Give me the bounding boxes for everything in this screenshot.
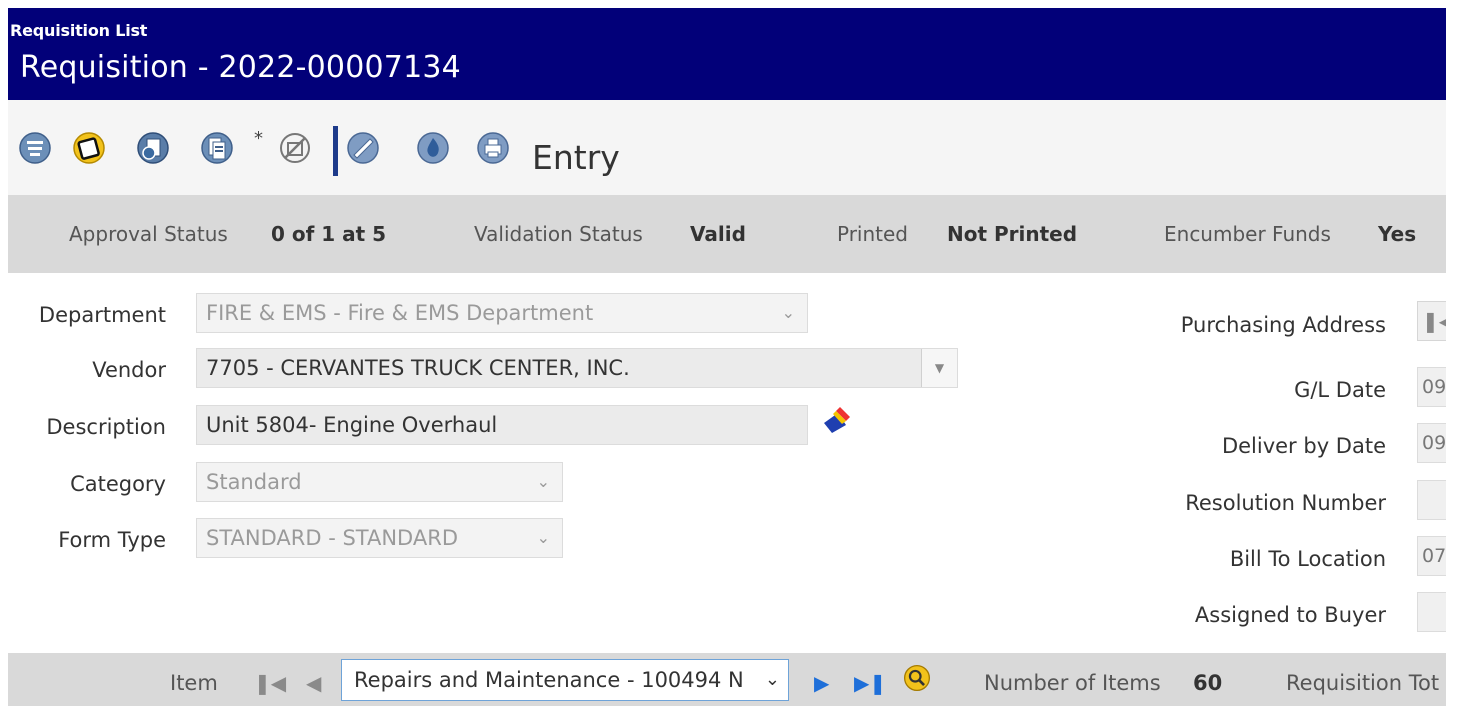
- vendor-value: 7705 - CERVANTES TRUCK CENTER, INC.: [206, 356, 630, 380]
- items-bar: Item ❚◀ ◀ Repairs and Maintenance - 1004…: [8, 653, 1446, 706]
- copy-document-icon[interactable]: [200, 131, 234, 165]
- folder-search-icon: [903, 664, 931, 692]
- globe-document-icon[interactable]: [136, 131, 170, 165]
- description-label: Description: [46, 415, 166, 439]
- print-icon[interactable]: [476, 131, 510, 165]
- next-icon: ▶: [814, 671, 830, 695]
- validation-status-label: Validation Status: [474, 222, 643, 246]
- number-of-items-label: Number of Items: [984, 671, 1161, 695]
- item-label: Item: [170, 671, 218, 695]
- bill-to-location-label: Bill To Location: [1229, 547, 1386, 571]
- purchasing-address-first-button[interactable]: ❚◀: [1417, 301, 1446, 341]
- requisition-total-label: Requisition Tot: [1286, 671, 1440, 695]
- assigned-buyer-input[interactable]: [1417, 592, 1446, 632]
- gl-date-label: G/L Date: [1294, 378, 1386, 402]
- flame-icon[interactable]: [416, 131, 450, 165]
- previous-item-button[interactable]: ◀: [306, 671, 321, 695]
- form-type-label: Form Type: [58, 528, 166, 552]
- cancel-icon[interactable]: [278, 131, 312, 165]
- mode-label: Entry: [532, 138, 620, 177]
- deliver-by-date-label: Deliver by Date: [1221, 434, 1386, 458]
- gl-date-input[interactable]: 09: [1417, 367, 1446, 407]
- category-select: Standard ⌄: [196, 462, 563, 502]
- printed-value: Not Printed: [947, 222, 1078, 246]
- vendor-dropdown-button[interactable]: ▼: [921, 349, 957, 387]
- resolution-number-input[interactable]: [1417, 480, 1446, 520]
- number-of-items-value: 60: [1193, 671, 1223, 695]
- modified-indicator: *: [254, 128, 263, 149]
- toolbar-separator: [333, 126, 338, 176]
- department-value: FIRE & EMS - Fire & EMS Department: [206, 301, 594, 325]
- first-page-icon: ❚◀: [254, 671, 287, 695]
- page-header: Requisition List Requisition - 2022-0000…: [8, 8, 1446, 100]
- department-label: Department: [38, 303, 166, 327]
- form-type-value: STANDARD - STANDARD: [206, 526, 458, 550]
- requisition-window: Requisition List Requisition - 2022-0000…: [8, 8, 1446, 706]
- vendor-label: Vendor: [92, 358, 166, 382]
- encumber-funds-label: Encumber Funds: [1164, 222, 1331, 246]
- notepad-icon[interactable]: [72, 131, 106, 165]
- category-label: Category: [70, 472, 166, 496]
- printed-label: Printed: [837, 222, 909, 246]
- status-bar: Approval Status 0 of 1 at 5 Validation S…: [8, 195, 1446, 273]
- requisition-form: Department FIRE & EMS - Fire & EMS Depar…: [8, 273, 1446, 653]
- chevron-down-icon: ⌄: [536, 472, 550, 491]
- deliver-by-date-input[interactable]: 09: [1417, 423, 1446, 463]
- approval-status-value: 0 of 1 at 5: [271, 222, 387, 246]
- resolution-number-label: Resolution Number: [1185, 491, 1386, 515]
- list-icon[interactable]: [18, 131, 52, 165]
- category-value: Standard: [206, 470, 302, 494]
- page-title: Requisition - 2022-00007134: [20, 50, 461, 85]
- previous-icon: ◀: [306, 671, 322, 695]
- chevron-down-icon: ⌄: [781, 303, 795, 322]
- department-select: FIRE & EMS - Fire & EMS Department ⌄: [196, 293, 808, 333]
- first-item-button[interactable]: ❚◀: [254, 671, 286, 695]
- last-item-button[interactable]: ▶❚: [854, 671, 886, 695]
- bill-to-location-input[interactable]: 07: [1417, 536, 1446, 576]
- item-detail-button[interactable]: [902, 663, 932, 698]
- item-select[interactable]: Repairs and Maintenance - 100494 N ⌄: [341, 659, 789, 701]
- chevron-down-icon: ⌄: [536, 528, 550, 547]
- vendor-combobox[interactable]: 7705 - CERVANTES TRUCK CENTER, INC. ▼: [196, 348, 958, 388]
- breadcrumb[interactable]: Requisition List: [10, 21, 147, 40]
- approve-icon[interactable]: [346, 131, 380, 165]
- validation-status-value: Valid: [690, 222, 746, 246]
- last-page-icon: ▶❚: [854, 671, 887, 695]
- assigned-buyer-label: Assigned to Buyer: [1194, 603, 1386, 627]
- first-page-icon: ❚◀: [1422, 309, 1446, 333]
- approval-status-label: Approval Status: [69, 222, 228, 246]
- description-input[interactable]: Unit 5804- Engine Overhaul: [196, 405, 808, 445]
- encumber-funds-value: Yes: [1378, 222, 1417, 246]
- next-item-button[interactable]: ▶: [814, 671, 829, 695]
- toolbar: * Entry: [8, 100, 1446, 195]
- description-value: Unit 5804- Engine Overhaul: [206, 413, 498, 437]
- item-select-value: Repairs and Maintenance - 100494 N: [354, 668, 744, 692]
- chevron-down-icon: ⌄: [764, 669, 780, 690]
- form-type-select: STANDARD - STANDARD ⌄: [196, 518, 563, 558]
- edit-pencil-icon[interactable]: [820, 403, 854, 437]
- purchasing-address-label: Purchasing Address: [1180, 313, 1386, 337]
